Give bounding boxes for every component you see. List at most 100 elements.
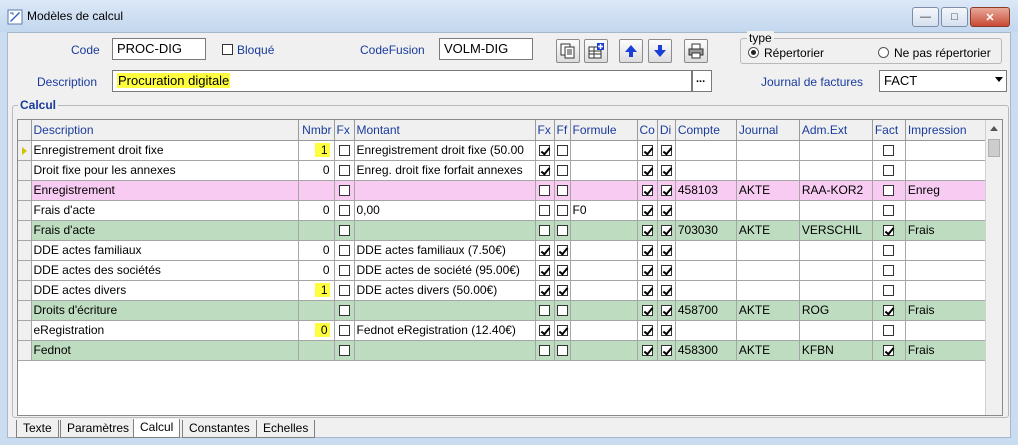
cell-impression[interactable] [905, 260, 992, 281]
cell-compte[interactable] [675, 240, 737, 261]
cell-impression[interactable]: Frais [905, 340, 992, 361]
cell-nmbr[interactable]: 0 [298, 260, 335, 281]
col-header-description[interactable]: Description [31, 120, 299, 141]
table-row[interactable]: Fednot 458300 AKTE KFBN Frais [18, 340, 992, 361]
tab-constantes[interactable]: Constantes [182, 420, 257, 438]
cell-compte[interactable] [675, 200, 737, 221]
cell-nmbr[interactable] [298, 220, 335, 241]
cell-description[interactable]: Frais d'acte [31, 220, 299, 241]
di-checkbox[interactable] [660, 185, 672, 197]
co-checkbox[interactable] [641, 345, 653, 357]
fx-checkbox[interactable] [338, 205, 350, 217]
cell-adm-ext[interactable]: KFBN [799, 340, 873, 361]
grid-vertical-scrollbar[interactable] [985, 120, 1002, 415]
co-checkbox[interactable] [641, 205, 653, 217]
cell-compte[interactable]: 458700 [675, 300, 737, 321]
co-checkbox[interactable] [641, 245, 653, 257]
row-indicator[interactable] [18, 140, 32, 161]
cell-compte[interactable] [675, 140, 737, 161]
cell-impression[interactable] [905, 140, 992, 161]
cell-journal[interactable]: AKTE [736, 340, 800, 361]
ff-checkbox[interactable] [556, 265, 568, 277]
cell-description[interactable]: Droit fixe pour les annexes [31, 160, 299, 181]
col-header-impression[interactable]: Impression [905, 120, 992, 141]
cell-adm-ext[interactable] [799, 160, 873, 181]
fact-checkbox[interactable] [883, 285, 895, 297]
table-row[interactable]: Frais d'acte 0 0,00 F0 [18, 200, 992, 221]
fx2-checkbox[interactable] [539, 225, 550, 237]
cell-impression[interactable] [905, 320, 992, 341]
col-header-adm-ext[interactable]: Adm.Ext [799, 120, 873, 141]
cell-formule[interactable] [570, 320, 638, 341]
cell-description[interactable]: DDE actes familiaux [31, 240, 299, 261]
col-header-nmbr[interactable]: Nmbr [298, 120, 335, 141]
fx2-checkbox[interactable] [539, 185, 550, 197]
row-indicator[interactable] [18, 200, 32, 221]
col-header-di[interactable]: Di [657, 120, 676, 141]
cell-formule[interactable]: F0 [570, 200, 638, 221]
table-row[interactable]: DDE actes familiaux 0 DDE actes familiaux … [18, 240, 992, 261]
fx2-checkbox[interactable] [539, 265, 550, 277]
tab-calcul[interactable]: Calcul [133, 419, 181, 438]
cell-description[interactable]: Enregistrement droit fixe [31, 140, 299, 161]
di-checkbox[interactable] [660, 225, 672, 237]
row-indicator[interactable] [18, 180, 32, 201]
tab-echelles[interactable]: Echelles [256, 420, 316, 438]
col-header-journal[interactable]: Journal [736, 120, 800, 141]
cell-impression[interactable] [905, 160, 992, 181]
fx2-checkbox[interactable] [539, 345, 550, 357]
di-checkbox[interactable] [660, 345, 672, 357]
col-header-fx[interactable]: Fx [334, 120, 355, 141]
table-row[interactable]: Droits d'écriture 458700 AKTE ROG Frais [18, 300, 992, 321]
fact-checkbox[interactable] [883, 205, 895, 217]
cell-adm-ext[interactable]: ROG [799, 300, 873, 321]
ff-checkbox[interactable] [556, 245, 568, 257]
col-header-compte[interactable]: Compte [675, 120, 737, 141]
tab-parametres[interactable]: Paramètres [60, 420, 137, 438]
fx2-checkbox[interactable] [539, 165, 550, 177]
row-indicator[interactable] [18, 280, 32, 301]
co-checkbox[interactable] [641, 145, 653, 157]
close-button[interactable]: ✕ [970, 7, 1010, 27]
cell-nmbr[interactable] [298, 180, 335, 201]
fact-checkbox[interactable] [883, 145, 895, 157]
row-indicator[interactable] [18, 320, 32, 341]
fx2-checkbox[interactable] [539, 205, 550, 217]
row-indicator[interactable] [18, 260, 32, 281]
ff-checkbox[interactable] [556, 145, 568, 157]
fact-checkbox[interactable] [883, 325, 895, 337]
blocked-checkbox[interactable] [222, 44, 233, 55]
cell-montant[interactable]: DDE actes divers (50.00€) [354, 280, 536, 301]
minimize-button[interactable]: — [912, 7, 939, 27]
cell-journal[interactable] [736, 140, 800, 161]
di-checkbox[interactable] [660, 205, 672, 217]
cell-description[interactable]: eRegistration [31, 320, 299, 341]
co-checkbox[interactable] [641, 325, 653, 337]
cell-description[interactable]: Fednot [31, 340, 299, 361]
cell-adm-ext[interactable] [799, 140, 873, 161]
fx2-checkbox[interactable] [539, 325, 550, 337]
col-header-fact[interactable]: Fact [872, 120, 906, 141]
co-checkbox[interactable] [641, 165, 653, 177]
cell-adm-ext[interactable] [799, 240, 873, 261]
cell-montant[interactable]: DDE actes de société (95.00€) [354, 260, 536, 281]
table-row[interactable]: DDE actes divers 1 DDE actes divers (50.00… [18, 280, 992, 301]
description-input[interactable]: Procuration digitale [112, 70, 692, 92]
cell-adm-ext[interactable]: VERSCHIL [799, 220, 873, 241]
ff-checkbox[interactable] [556, 305, 568, 317]
cell-compte[interactable] [675, 320, 737, 341]
maximize-button[interactable]: □ [941, 7, 968, 27]
fx-checkbox[interactable] [338, 325, 350, 337]
cell-compte[interactable]: 458300 [675, 340, 737, 361]
row-indicator[interactable] [18, 220, 32, 241]
co-checkbox[interactable] [641, 305, 653, 317]
print-button[interactable] [684, 39, 708, 63]
cell-journal[interactable]: AKTE [736, 300, 800, 321]
cell-description[interactable]: Frais d'acte [31, 200, 299, 221]
cell-journal[interactable] [736, 260, 800, 281]
radio-ne-pas-repertorier[interactable] [878, 47, 889, 58]
di-checkbox[interactable] [660, 325, 672, 337]
ff-checkbox[interactable] [556, 165, 568, 177]
cell-impression[interactable]: Frais [905, 220, 992, 241]
fx2-checkbox[interactable] [539, 285, 550, 297]
